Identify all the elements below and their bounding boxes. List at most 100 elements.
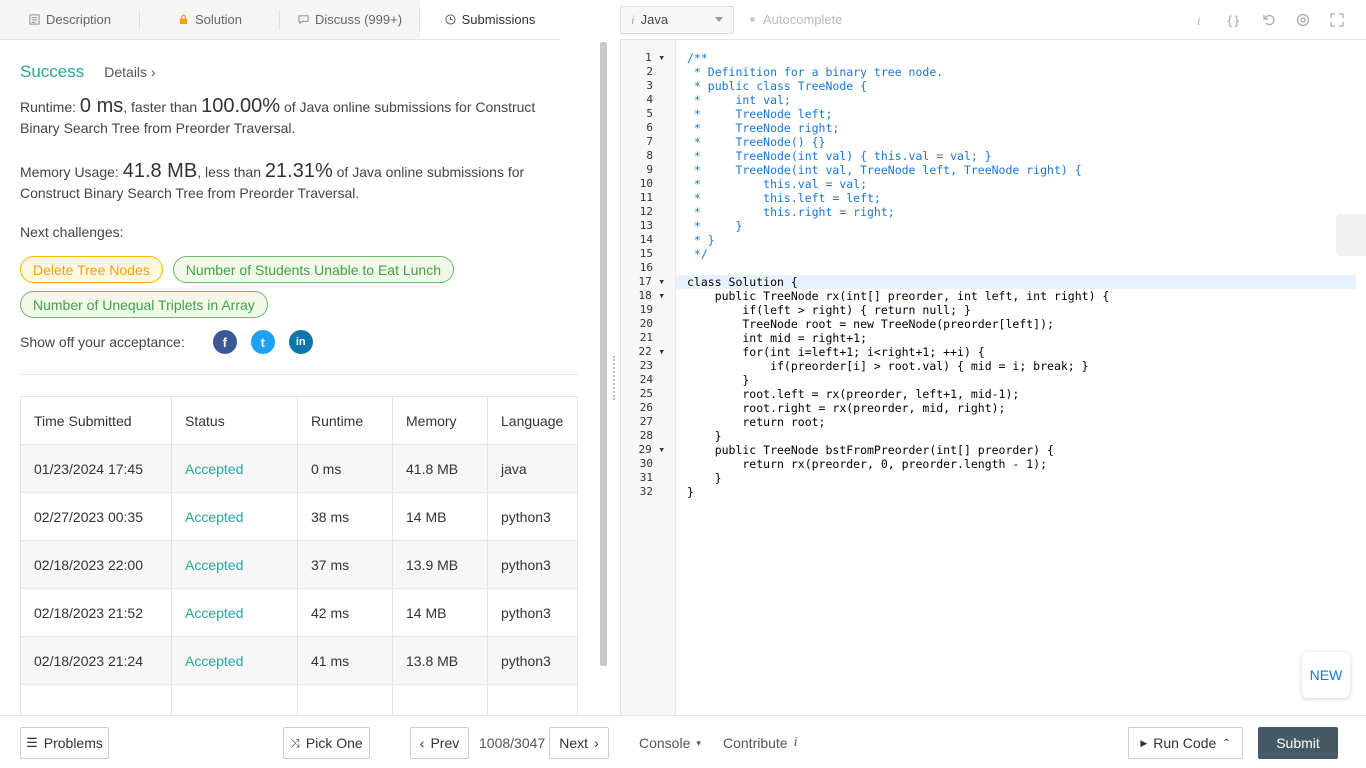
line-number: 18 ▾ — [638, 289, 666, 302]
new-feature-button[interactable]: NEW — [1302, 652, 1350, 698]
code-line[interactable]: class Solution { — [676, 275, 1356, 289]
reset-icon[interactable] — [1262, 13, 1276, 27]
side-panel-tab[interactable] — [1336, 214, 1366, 256]
code-line[interactable]: * int val; — [676, 93, 1356, 107]
problems-button[interactable]: ☰ Problems — [20, 727, 109, 759]
challenge-chip[interactable]: Number of Students Unable to Eat Lunch — [172, 256, 455, 283]
table-row: 02/27/2023 00:35 Accepted 38 ms 14 MB py… — [20, 492, 578, 541]
code-line[interactable]: root.left = rx(preorder, left+1, mid-1); — [676, 387, 1356, 401]
tab-submissions[interactable]: Submissions — [420, 0, 560, 39]
code-line[interactable]: root.right = rx(preorder, mid, right); — [676, 401, 1356, 415]
challenge-chip[interactable]: Number of Unequal Triplets in Array — [20, 291, 268, 318]
tab-discuss[interactable]: Discuss (999+) — [280, 0, 420, 39]
code-line[interactable]: */ — [676, 247, 1356, 261]
contribute-label: Contribute — [723, 735, 788, 751]
code-line[interactable]: * TreeNode(int val, TreeNode left, TreeN… — [676, 163, 1356, 177]
console-button[interactable]: Console ▾ — [639, 727, 701, 759]
cell-status-link[interactable]: Accepted — [171, 588, 298, 637]
col-runtime: Runtime — [297, 396, 393, 445]
code-area[interactable]: /** * Definition for a binary tree node.… — [676, 40, 1356, 715]
line-number: 12 — [639, 205, 653, 218]
code-line[interactable]: if(preorder[i] > root.val) { mid = i; br… — [676, 359, 1356, 373]
code-line[interactable]: return rx(preorder, 0, preorder.length -… — [676, 457, 1356, 471]
language-select[interactable]: i Java — [620, 5, 734, 34]
autocomplete-toggle[interactable]: Autocomplete — [750, 12, 843, 27]
problem-tabs: Description Solution Discuss (999+) Subm… — [0, 0, 560, 40]
challenge-chip[interactable]: Delete Tree Nodes — [20, 256, 163, 283]
code-line[interactable]: * TreeNode(int val) { this.val = val; } — [676, 149, 1356, 163]
line-number: 22 ▾ — [638, 345, 666, 358]
runtime-percent: 100.00% — [201, 95, 281, 117]
chat-icon — [298, 15, 309, 25]
pick-one-button[interactable]: ⤨ Pick One — [283, 727, 370, 759]
code-line[interactable]: * Definition for a binary tree node. — [676, 65, 1356, 79]
code-line[interactable]: public TreeNode rx(int[] preorder, int l… — [676, 289, 1356, 303]
code-editor[interactable]: 1 ▾ 2 3 4 5 6 7 8 9 10 11 12 13 14 15 16 17 ▾ 18 ▾ 19 20 21 2… — [620, 40, 1366, 715]
code-line[interactable]: * this.left = left; — [676, 191, 1356, 205]
braces-icon[interactable]: {} — [1226, 13, 1242, 27]
code-line[interactable]: * TreeNode() {} — [676, 135, 1356, 149]
details-label: Details — [104, 64, 148, 80]
cell-status-link[interactable]: Accepted — [171, 636, 298, 685]
code-line[interactable] — [676, 261, 1356, 275]
play-icon: ▶ — [1140, 737, 1148, 748]
cell-status-link[interactable]: Accepted — [171, 540, 298, 589]
next-challenges-title: Next challenges: — [20, 224, 124, 240]
cell-language: python3 — [487, 492, 578, 541]
runtime-mid: , faster than — [123, 99, 198, 115]
code-line[interactable]: * this.val = val; — [676, 177, 1356, 191]
code-line[interactable]: * public class TreeNode { — [676, 79, 1356, 93]
code-line[interactable]: * TreeNode right; — [676, 121, 1356, 135]
cell-status-link[interactable]: Accepted — [171, 492, 298, 541]
table-row — [20, 684, 578, 715]
editor-actions: i {} — [1192, 12, 1344, 27]
autocomplete-label: Autocomplete — [763, 12, 843, 27]
prev-button[interactable]: ‹ Prev — [410, 727, 469, 759]
fullscreen-icon[interactable] — [1330, 12, 1344, 27]
document-icon — [29, 14, 40, 25]
info-icon[interactable]: i — [1192, 13, 1206, 27]
line-number: 23 — [639, 359, 653, 372]
code-line[interactable]: * this.right = right; — [676, 205, 1356, 219]
scrollbar-thumb[interactable] — [600, 42, 607, 666]
code-line[interactable]: /** — [676, 51, 1356, 65]
cell-time: 01/23/2024 17:45 — [20, 444, 172, 493]
code-line[interactable]: * } — [676, 233, 1356, 247]
code-line[interactable]: if(left > right) { return null; } — [676, 303, 1356, 317]
line-number: 20 — [639, 317, 653, 330]
code-line[interactable]: } — [676, 485, 1356, 499]
info-icon: i — [631, 11, 635, 27]
tab-solution[interactable]: Solution — [140, 0, 280, 39]
clock-icon — [445, 13, 456, 25]
twitter-icon[interactable]: t — [250, 330, 275, 354]
code-line[interactable]: * TreeNode left; — [676, 107, 1356, 121]
cell-memory: 41.8 MB — [392, 444, 488, 493]
code-line[interactable]: * } — [676, 219, 1356, 233]
details-link[interactable]: Details › — [104, 64, 155, 80]
submit-button[interactable]: Submit — [1258, 727, 1338, 759]
code-line[interactable]: } — [676, 373, 1356, 387]
code-line[interactable]: return root; — [676, 415, 1356, 429]
memory-value: 41.8 MB — [122, 160, 198, 182]
code-line[interactable]: for(int i=left+1; i<right+1; ++i) { — [676, 345, 1356, 359]
pane-splitter[interactable] — [608, 40, 620, 715]
code-line[interactable]: TreeNode root = new TreeNode(preorder[le… — [676, 317, 1356, 331]
line-number: 4 — [646, 93, 653, 106]
code-line[interactable]: } — [676, 429, 1356, 443]
code-line[interactable]: int mid = right+1; — [676, 331, 1356, 345]
run-code-button[interactable]: ▶ Run Code ⌃ — [1128, 727, 1243, 759]
cell-status-link[interactable]: Accepted — [171, 444, 298, 493]
chevron-right-icon: › — [594, 735, 599, 751]
line-number: 26 — [639, 401, 653, 414]
bottom-bar: ☰ Problems ⤨ Pick One ‹ Prev 1008/3047 N… — [0, 715, 1366, 768]
left-scrollbar[interactable] — [598, 40, 608, 715]
code-line[interactable]: public TreeNode bstFromPreorder(int[] pr… — [676, 443, 1356, 457]
next-button[interactable]: Next › — [549, 727, 609, 759]
run-code-label: Run Code — [1153, 735, 1217, 751]
linkedin-icon[interactable]: in — [288, 330, 313, 354]
code-line[interactable]: } — [676, 471, 1356, 485]
tab-description[interactable]: Description — [0, 0, 140, 39]
facebook-icon[interactable]: f — [212, 330, 237, 354]
contribute-button[interactable]: Contribute i — [723, 727, 797, 759]
settings-icon[interactable] — [1296, 13, 1310, 27]
